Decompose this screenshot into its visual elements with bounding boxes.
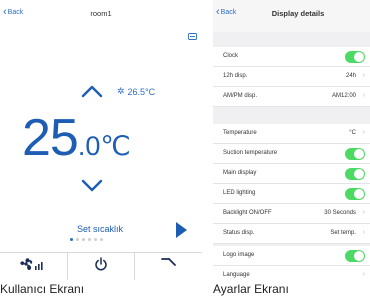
settings-row-label: LED lighting [223, 190, 256, 196]
nav-bar: ‹ Back Display details [213, 0, 370, 32]
settings-row-value: AM12:00 [331, 93, 356, 99]
settings-row[interactable]: Temperature °C › [213, 124, 370, 144]
swing-button[interactable] [134, 253, 202, 280]
settings-row[interactable]: 12h disp. 24h › [213, 67, 370, 87]
page-indicator [70, 238, 103, 241]
chevron-right-icon: › [362, 209, 365, 216]
settings-row[interactable]: Main display [213, 164, 370, 184]
page-dot[interactable] [82, 238, 85, 241]
snowflake-icon: ✲ [117, 86, 125, 96]
toggle-switch[interactable] [345, 148, 365, 160]
chevron-right-icon: › [362, 271, 365, 278]
set-temperature-indicator: ✲ 26.5°C [117, 86, 155, 97]
temperature-integer: 25 [22, 109, 79, 167]
power-button[interactable] [66, 253, 135, 280]
settings-row-value: 30 Seconds [324, 210, 356, 216]
settings-row-label: Backlight ON/OFF [223, 210, 272, 216]
settings-row-label: Suction temperature [223, 150, 278, 156]
edit-icon[interactable] [188, 33, 197, 42]
settings-row-value: °C [349, 130, 356, 136]
page-dot[interactable] [76, 238, 79, 241]
temperature-up-button[interactable] [81, 84, 103, 103]
chevron-left-icon: ‹ [216, 6, 220, 18]
settings-row-label: Temperature [223, 130, 257, 136]
settings-row[interactable]: Backlight ON/OFF 30 Seconds › [213, 204, 370, 224]
settings-row-label: 12h disp. [223, 73, 248, 79]
chevron-left-icon: ‹ [3, 6, 7, 18]
settings-row[interactable]: LED lighting [213, 184, 370, 204]
power-icon [94, 257, 108, 276]
fan-speed-button[interactable] [0, 253, 67, 280]
settings-row-label: Main display [223, 170, 257, 176]
chevron-right-icon: › [362, 129, 365, 136]
settings-row[interactable]: Status disp. Set temp. › [213, 224, 370, 244]
back-label: Back [220, 9, 237, 16]
settings-row[interactable]: Language › [213, 266, 370, 280]
settings-title: Display details [271, 9, 325, 18]
settings-row[interactable]: Logo image [213, 246, 370, 266]
back-button[interactable]: ‹ Back [216, 6, 237, 18]
page-dot[interactable] [94, 238, 97, 241]
stage: ‹ Back room1 ✲ 26.5°C 25.0℃ Set sıcaklık [0, 0, 370, 300]
settings-row[interactable]: Clock [213, 47, 370, 67]
bottom-bar [0, 252, 202, 280]
chevron-right-icon: › [362, 72, 365, 79]
back-button[interactable]: ‹ Back [3, 6, 24, 18]
toggle-switch[interactable] [345, 168, 365, 180]
set-temperature-label: Set sıcaklık [76, 224, 123, 234]
settings-row-label: Language [223, 272, 250, 278]
back-label: Back [7, 9, 24, 16]
settings-row-value: 24h [345, 73, 356, 79]
user-screen-caption: Kullanıcı Ekranı [0, 282, 85, 296]
current-temperature: 25.0℃ [22, 112, 131, 164]
settings-row-label: Status disp. [223, 230, 255, 236]
settings-screen-caption: Ayarlar Ekranı [213, 282, 289, 296]
page-dot[interactable] [88, 238, 91, 241]
settings-row[interactable]: AM/PM disp. AM12:00 › [213, 87, 370, 107]
swing-icon [160, 257, 177, 276]
set-temperature-value: 26.5°C [127, 86, 156, 97]
toggle-switch[interactable] [345, 250, 365, 262]
settings-screen: ‹ Back Display details Clock 12h disp. 24h… [213, 0, 370, 280]
fan-speed-icon [20, 257, 46, 276]
chevron-right-icon: › [362, 229, 365, 236]
nav-bar: ‹ Back room1 [0, 0, 202, 32]
settings-row-label: Logo image [223, 252, 255, 258]
settings-row-value: Set temp. [330, 230, 356, 236]
temperature-decimal: .0℃ [77, 131, 131, 161]
settings-row-label: Clock [223, 53, 239, 59]
page-dot[interactable] [100, 238, 103, 241]
temperature-down-button[interactable] [81, 179, 103, 198]
user-screen: ‹ Back room1 ✲ 26.5°C 25.0℃ Set sıcaklık [0, 0, 202, 280]
toggle-switch[interactable] [345, 188, 365, 200]
next-page-button[interactable] [176, 222, 187, 238]
chevron-right-icon: › [362, 92, 365, 99]
toggle-switch[interactable] [345, 51, 365, 63]
page-dot[interactable] [70, 238, 73, 241]
settings-row[interactable]: Suction temperature [213, 144, 370, 164]
room-title: room1 [90, 9, 112, 18]
settings-row-label: AM/PM disp. [223, 93, 258, 99]
